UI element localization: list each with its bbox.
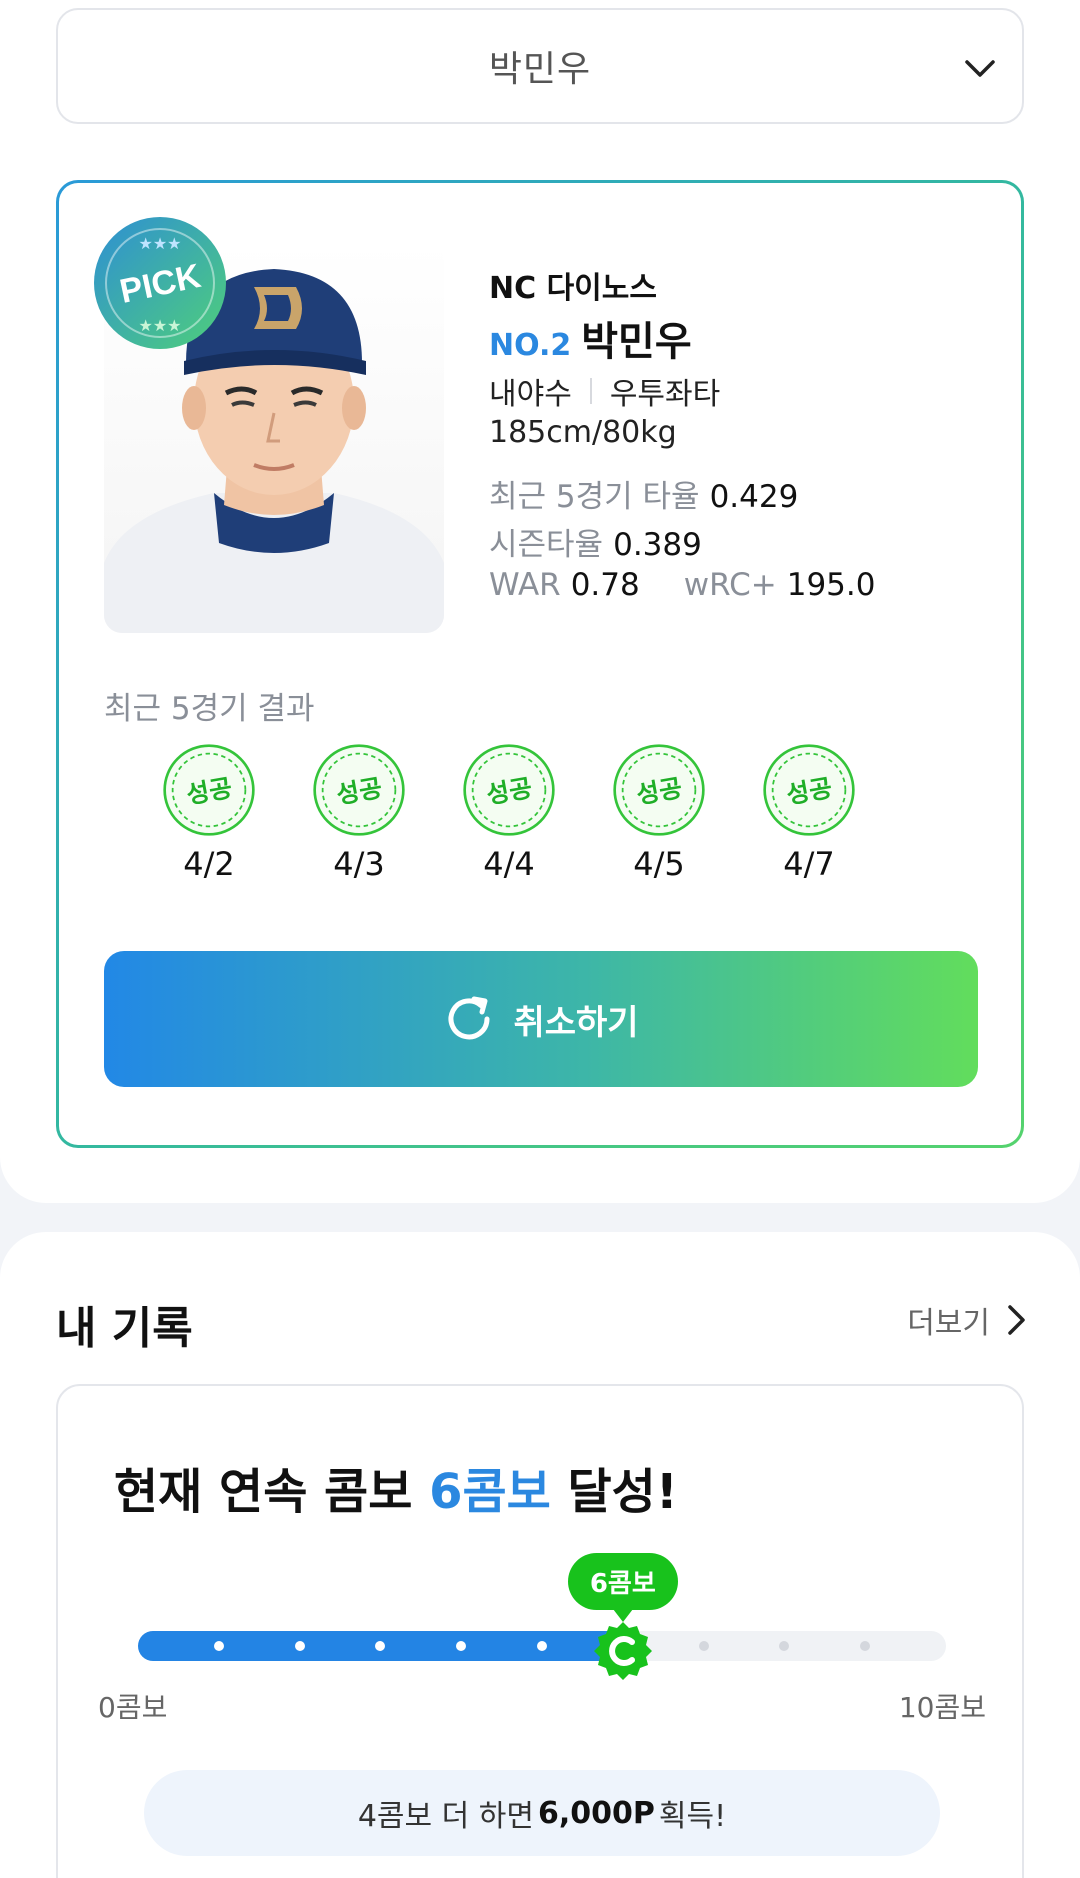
pick-badge: PICK ★★★ ★★★ [94, 217, 226, 349]
stat-label: 시즌타율 [489, 527, 604, 563]
success-stamp-icon: 성공 [613, 744, 705, 836]
stat-label: wRC+ [683, 567, 777, 603]
player-card: PICK ★★★ ★★★ NC 다이노스 NO.2 박민우 내야수 우투좌타 1… [56, 180, 1024, 1148]
combo-current-marker: 6콤보 [563, 1553, 683, 1682]
team-name: NC 다이노스 [489, 271, 657, 306]
stat-value: 0.78 [570, 567, 640, 603]
combo-headline-suffix: 달성! [550, 1464, 678, 1520]
svg-text:★★★: ★★★ [138, 316, 181, 335]
stat-value: 195.0 [786, 567, 876, 603]
more-link[interactable]: 더보기 [907, 1298, 1030, 1342]
player-select-dropdown[interactable]: 박민우 [56, 8, 1024, 124]
position-divider [589, 378, 592, 404]
success-stamp-icon: 성공 [763, 744, 855, 836]
combo-step-dot [698, 1641, 709, 1651]
player-pick-section: 박민우 PICK ★★★ ★★★ NC 다이노스 NO.2 박민우 내야수 우투… [0, 0, 1080, 1203]
result-item: 성공 4/3 [299, 743, 419, 883]
player-body-size: 185cm/80kg [489, 415, 677, 450]
my-record-section: 내 기록 더보기 현재 연속 콤보 6콤보 달성! 6콤보 0콤보 10콤보 4… [0, 1232, 1080, 1878]
svg-text:★★★: ★★★ [138, 234, 181, 253]
combo-max-label: 10콤보 [898, 1691, 986, 1724]
combo-min-label: 0콤보 [98, 1691, 168, 1724]
result-date: 4/5 [633, 845, 685, 883]
combo-headline: 현재 연속 콤보 6콤보 달성! [114, 1452, 678, 1522]
result-date: 4/7 [783, 845, 835, 883]
stat-recent-avg: 최근 5경기 타율 0.429 [489, 471, 798, 516]
player-position-row: 내야수 우투좌타 [489, 369, 720, 413]
result-date: 4/4 [483, 845, 535, 883]
combo-step-dot [294, 1641, 305, 1651]
recent-results-title: 최근 5경기 결과 [104, 691, 315, 727]
chevron-down-icon [965, 60, 995, 77]
result-item: 성공 4/7 [749, 743, 869, 883]
player-number: NO.2 [489, 328, 572, 363]
combo-reward-pill: 4콤보 더 하면 6,000P 획득! [144, 1770, 940, 1856]
more-link-label: 더보기 [907, 1306, 990, 1341]
cancel-pick-label: 취소하기 [513, 1002, 639, 1043]
stat-label: 최근 5경기 타율 [489, 479, 700, 515]
combo-step-dot [213, 1641, 224, 1651]
success-stamp-icon: 성공 [313, 744, 405, 836]
player-name: 박민우 [581, 319, 692, 365]
stat-label: WAR [489, 567, 561, 603]
result-item: 성공 4/4 [449, 743, 569, 883]
player-position: 내야수 [489, 377, 572, 412]
my-record-title: 내 기록 [56, 1303, 193, 1354]
combo-step-dot [860, 1641, 871, 1651]
stat-value: 0.389 [613, 527, 702, 563]
result-date: 4/3 [333, 845, 385, 883]
success-stamp-icon: 성공 [163, 744, 255, 836]
combo-progress-track [138, 1631, 946, 1661]
player-batting: 우투좌타 [609, 377, 721, 412]
result-item: 성공 4/5 [599, 743, 719, 883]
player-select-value: 박민우 [488, 49, 592, 90]
combo-step-dot [537, 1641, 547, 1651]
success-stamp-icon: 성공 [463, 744, 555, 836]
combo-headline-accent: 6콤보 [429, 1464, 551, 1520]
stat-value: 0.429 [709, 479, 799, 515]
chevron-right-icon [1008, 1305, 1025, 1335]
stat-season-avg: 시즌타율 0.389 [489, 519, 702, 564]
player-name-row: NO.2 박민우 [489, 309, 692, 367]
result-date: 4/2 [183, 845, 235, 883]
combo-coin-icon [593, 1622, 652, 1680]
combo-marker-bubble: 6콤보 [567, 1553, 678, 1622]
combo-card: 현재 연속 콤보 6콤보 달성! 6콤보 0콤보 10콤보 4콤보 더 하면 6… [56, 1384, 1024, 1878]
stat-war-wrc: WAR 0.78 wRC+ 195.0 [489, 567, 875, 603]
combo-headline-prefix: 현재 연속 콤보 [114, 1464, 430, 1520]
reward-prefix: 4콤보 더 하면 [357, 1799, 535, 1834]
combo-step-dot [779, 1641, 790, 1651]
reward-points: 6,000P [538, 1795, 655, 1831]
recent-results-list: 성공 4/2 성공 4/3 성공 4/4 성공 4/5 성공 4/7 [149, 743, 869, 883]
reward-suffix: 획득! [658, 1799, 727, 1834]
refresh-icon [448, 996, 490, 1040]
cancel-pick-button[interactable]: 취소하기 [104, 951, 978, 1087]
result-item: 성공 4/2 [149, 743, 269, 883]
